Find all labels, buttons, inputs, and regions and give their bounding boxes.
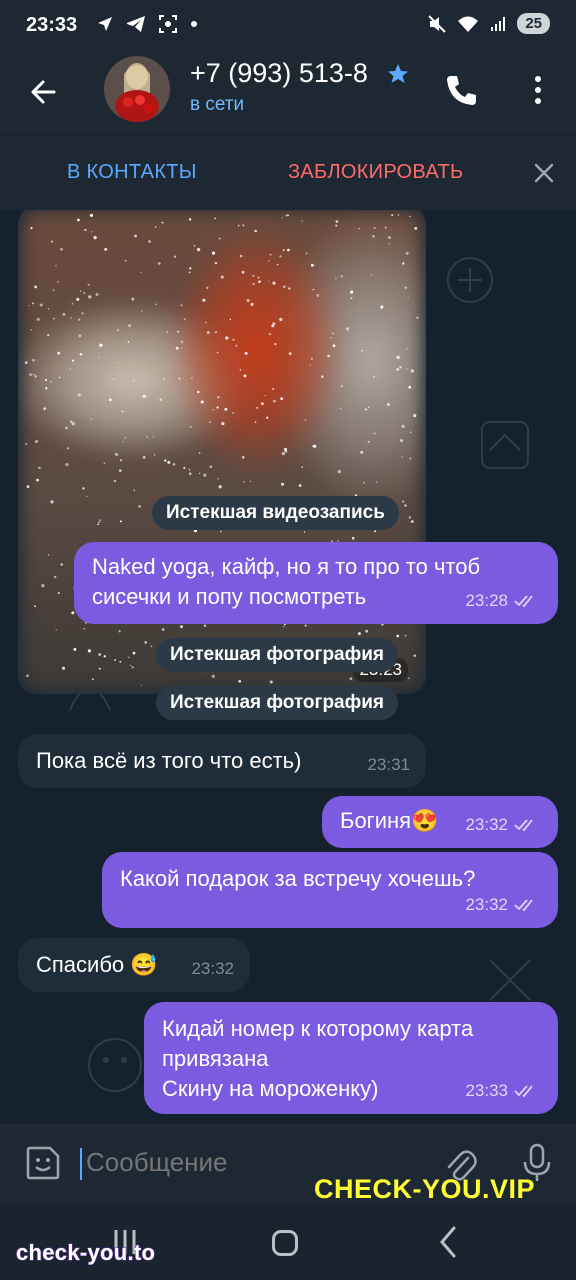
chat-header: +7 (993) 513-8 в сети (0, 52, 576, 134)
message-meta: 23:33 (465, 1076, 540, 1106)
message-meta: 23:31 (367, 750, 410, 780)
location-arrow-icon (98, 17, 112, 31)
service-message: Истекшая фотография (156, 638, 399, 672)
status-time: 23:33 (26, 14, 78, 36)
star-icon (388, 64, 408, 83)
system-nav-bar: check-you.to (0, 1204, 576, 1280)
nav-back-icon[interactable] (438, 1226, 458, 1258)
message-time: 23:32 (465, 815, 508, 834)
more-vertical-icon[interactable] (522, 70, 554, 110)
wallpaper-doodle-icon (489, 959, 531, 1001)
message-text: Пока всё из того что есть) (36, 748, 302, 773)
mute-icon (428, 14, 447, 33)
telegram-icon (127, 16, 145, 32)
chat-area[interactable]: 23:23 Истекшая видеозапись Naked yoga, к… (0, 210, 576, 1124)
back-arrow-icon[interactable] (24, 70, 68, 114)
message-text: Спасибо (36, 952, 125, 977)
close-icon[interactable] (530, 159, 558, 187)
wallpaper-doodle-icon (481, 421, 529, 469)
contact-name[interactable]: +7 (993) 513-8 (190, 58, 378, 89)
double-check-icon (514, 595, 533, 608)
block-button[interactable]: ЗАБЛОКИРОВАТЬ (288, 161, 463, 184)
phone-icon[interactable] (442, 70, 482, 110)
service-message: Истекшая видеозапись (152, 496, 399, 530)
message-time: 23:31 (367, 755, 410, 774)
screenshot-icon (159, 15, 177, 33)
sticker-icon[interactable] (24, 1144, 62, 1182)
dot-icon (191, 21, 197, 27)
service-message: Истекшая фотография (156, 686, 399, 720)
text-cursor (80, 1148, 82, 1180)
online-status: в сети (190, 94, 245, 115)
wallpaper-doodle-icon (447, 257, 493, 303)
contact-action-bar: В КОНТАКТЫ ЗАБЛОКИРОВАТЬ (0, 134, 576, 211)
message-text: Богиня (340, 808, 412, 833)
heart-eyes-emoji: 😍 (411, 808, 439, 833)
notification-icons (96, 14, 198, 34)
message-meta: 23:32 (191, 954, 234, 984)
message-bubble-outgoing[interactable]: Какой подарок за встречу хочешь? 23:32 (102, 852, 558, 928)
message-bubble-outgoing[interactable]: Богиня😍 23:32 (322, 796, 558, 848)
system-icons: 25 (427, 13, 550, 34)
message-time: 23:28 (465, 591, 508, 610)
double-check-icon (514, 819, 533, 832)
message-bubble-outgoing[interactable]: Кидай номер к которому карта привязана С… (144, 1002, 558, 1114)
message-bubble-incoming[interactable]: Пока всё из того что есть) 23:31 (18, 734, 426, 788)
wallpaper-doodle-icon (88, 1038, 142, 1092)
wifi-icon (458, 16, 479, 32)
message-time: 23:32 (465, 895, 508, 914)
message-time: 23:33 (465, 1081, 508, 1100)
message-bubble-incoming[interactable]: Спасибо 😅 23:32 (18, 938, 250, 992)
message-composer: CHECK-YOU.VIP (0, 1124, 576, 1204)
message-meta: 23:32 (465, 810, 540, 840)
avatar[interactable] (104, 56, 170, 122)
watermark-left: check-you.to (15, 1240, 156, 1266)
message-bubble-outgoing[interactable]: Naked yoga, кайф, но я то про то чтоб си… (74, 542, 558, 624)
message-time: 23:32 (191, 959, 234, 978)
status-bar: 23:33 25 (0, 0, 576, 52)
add-contact-button[interactable]: В КОНТАКТЫ (67, 161, 197, 184)
message-meta: 23:28 (465, 586, 540, 616)
home-button[interactable] (272, 1230, 298, 1256)
message-meta: 23:32 (465, 890, 540, 920)
sweat-smile-emoji: 😅 (130, 952, 158, 977)
watermark-right: CHECK-YOU.VIP (314, 1174, 536, 1204)
double-check-icon (514, 1085, 533, 1098)
signal-icon (491, 16, 506, 31)
double-check-icon (514, 899, 533, 912)
battery-indicator: 25 (517, 13, 550, 34)
